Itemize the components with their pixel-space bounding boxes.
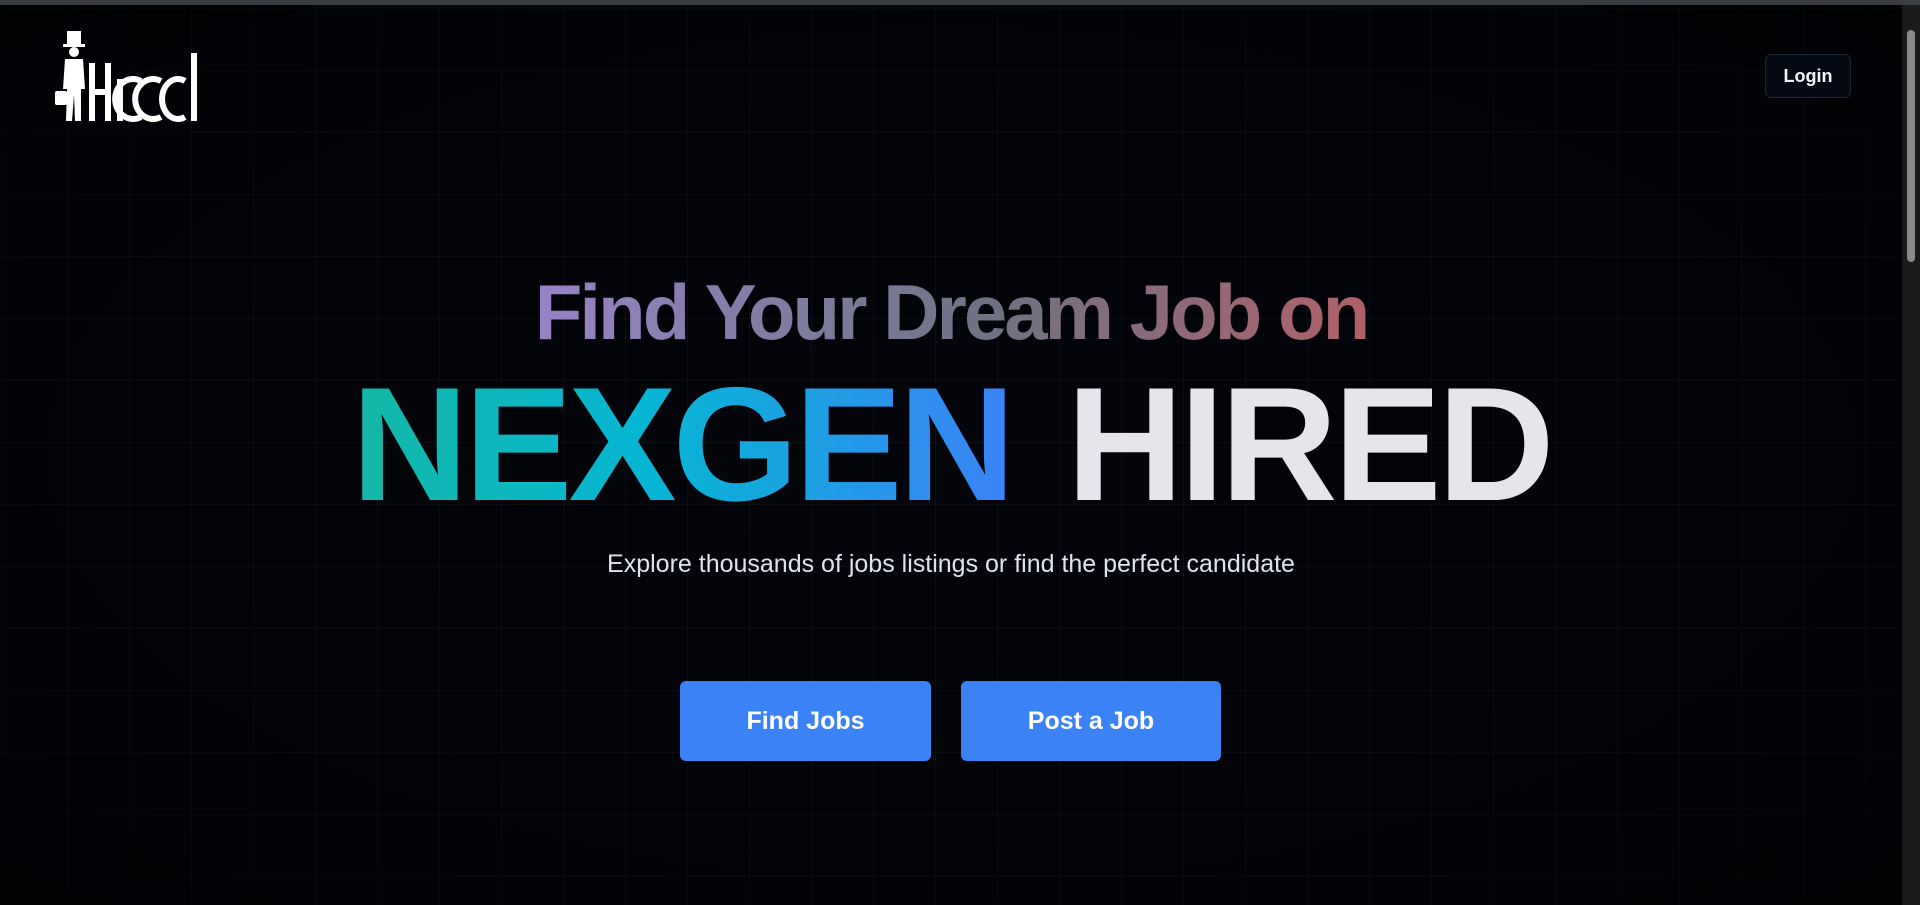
hero-headline: Find Your Dream Job on — [534, 268, 1371, 356]
post-job-button[interactable]: Post a Job — [961, 681, 1221, 761]
top-hat-icon — [67, 31, 81, 45]
landing-page: Login Find Your Dream Job on NEXGEN HIRED… — [0, 5, 1902, 905]
find-jobs-button[interactable]: Find Jobs — [680, 681, 931, 761]
hero-brand-title: NEXGEN HIRED — [0, 357, 1902, 532]
hero-subtitle: Explore thousands of jobs listings or fi… — [607, 550, 1295, 578]
scrollbar-thumb[interactable] — [1907, 30, 1915, 262]
login-button[interactable]: Login — [1765, 54, 1851, 98]
hero-headline-container: Find Your Dream Job on — [0, 267, 1902, 357]
briefcase-icon — [55, 91, 67, 105]
browser-window: Login Find Your Dream Job on NEXGEN HIRED… — [0, 0, 1920, 905]
gentleman-icon — [63, 59, 85, 121]
page-scrollbar[interactable] — [1902, 5, 1920, 905]
brand-name-primary: NEXGEN — [351, 354, 1015, 535]
hirrd-logo[interactable] — [55, 29, 205, 125]
brand-name-secondary: HIRED — [1066, 354, 1555, 535]
